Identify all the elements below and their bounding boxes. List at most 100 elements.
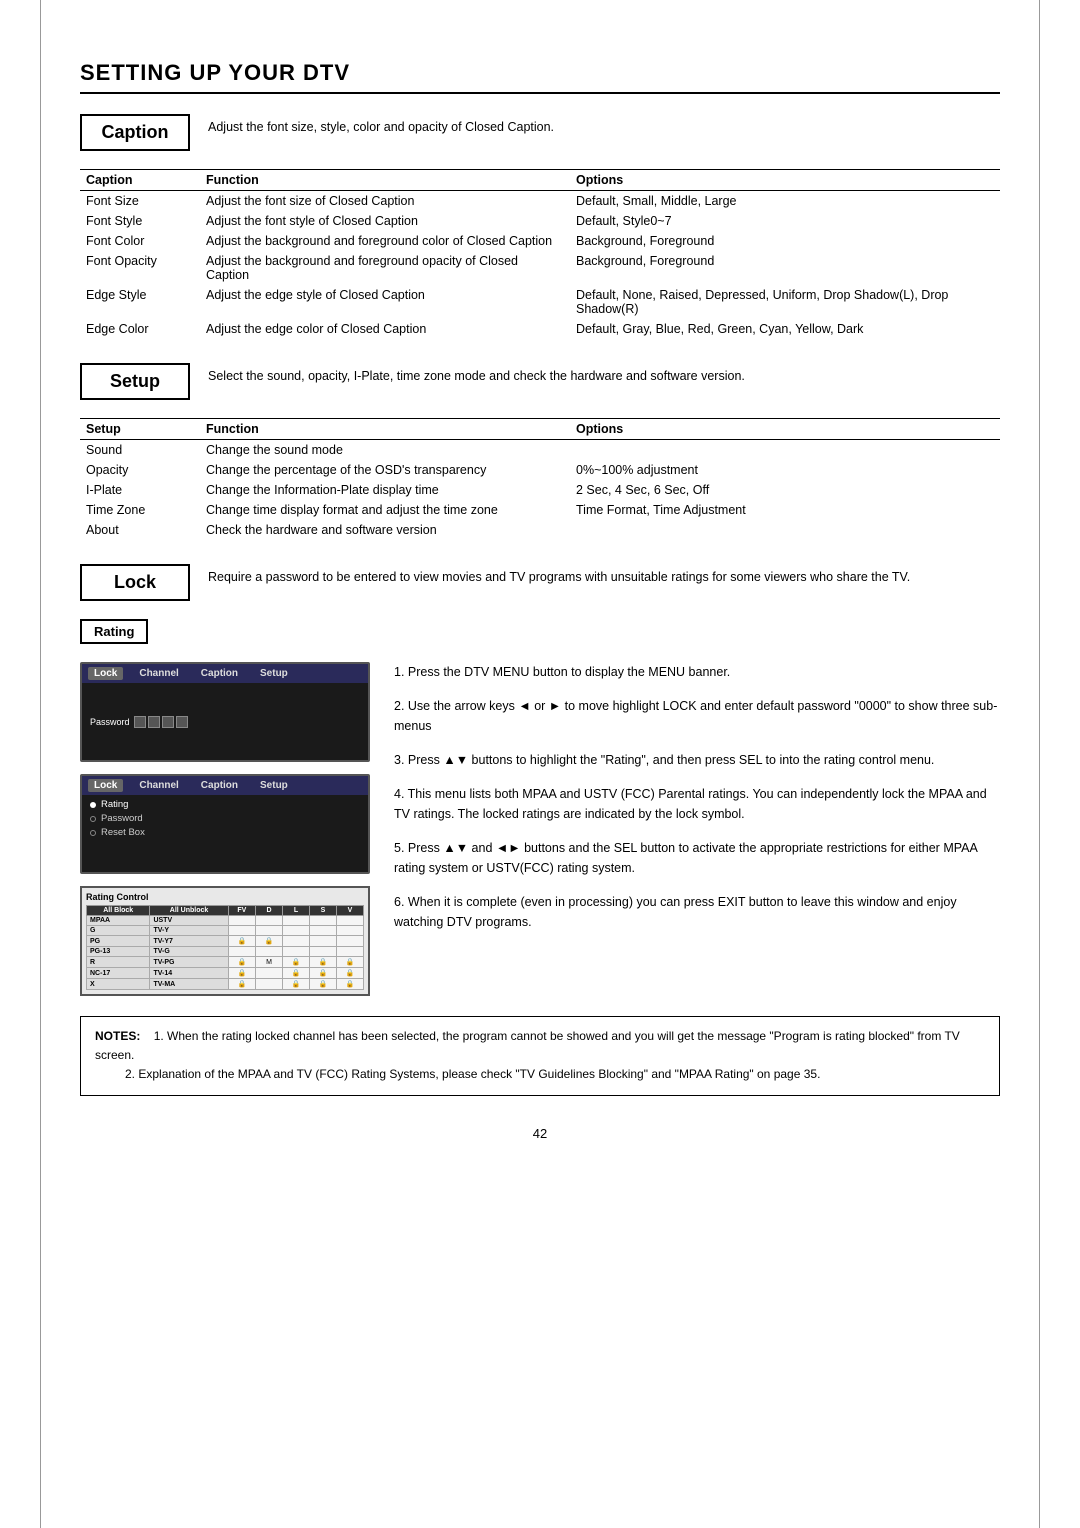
rating-cell: 🔒 <box>228 979 255 990</box>
rating-col-mpaa: All Block <box>87 906 150 916</box>
tv-screenshot-2: Lock Channel Caption Setup Rating Passwo… <box>80 774 370 874</box>
rating-cell: 🔒 <box>228 968 255 979</box>
tv-menu2-setup: Setup <box>254 779 294 792</box>
tv-menu2-channel: Channel <box>133 779 184 792</box>
rating-cell: NC-17 <box>87 968 150 979</box>
setup-table-row: Time Zone Change time display format and… <box>80 500 1000 520</box>
caption-cell-function: Adjust the edge color of Closed Caption <box>200 319 570 339</box>
rating-control-table: All Block All Unblock FV D L S V MPAAUST… <box>86 905 364 990</box>
rating-cell: 🔒 <box>228 957 255 968</box>
rating-cell <box>228 916 255 926</box>
caption-table-row: Font Color Adjust the background and for… <box>80 231 1000 251</box>
notes-box: NOTES: 1. When the rating locked channel… <box>80 1016 1000 1096</box>
caption-table: Caption Function Options Font Size Adjus… <box>80 169 1000 339</box>
caption-table-row: Font Style Adjust the font style of Clos… <box>80 211 1000 231</box>
rating-cell <box>336 926 363 936</box>
tv-submenu-reset-label: Reset Box <box>101 827 145 838</box>
tv-submenu-rating: Rating <box>90 799 360 810</box>
bullet-active <box>90 802 96 808</box>
rating-cell <box>256 947 283 957</box>
step-6: 6. When it is complete (even in processi… <box>394 892 1000 932</box>
rating-table-row: GTV-Y <box>87 926 364 936</box>
rating-cell <box>228 947 255 957</box>
caption-feature-block: Caption Adjust the font size, style, col… <box>80 114 1000 151</box>
rating-cell: 🔒 <box>228 936 255 947</box>
rating-cell <box>336 916 363 926</box>
lock-section: Lock Require a password to be entered to… <box>80 564 1000 996</box>
setup-cell-caption: Sound <box>80 440 200 461</box>
setup-cell-caption: Opacity <box>80 460 200 480</box>
rating-cell: 🔒 <box>282 957 309 968</box>
setup-description: Select the sound, opacity, I-Plate, time… <box>208 363 1000 386</box>
caption-cell-caption: Font Opacity <box>80 251 200 285</box>
caption-cell-options: Default, Gray, Blue, Red, Green, Cyan, Y… <box>570 319 1000 339</box>
setup-cell-function: Check the hardware and software version <box>200 520 570 540</box>
tv-menu-caption: Caption <box>195 667 244 680</box>
setup-cell-function: Change the percentage of the OSD's trans… <box>200 460 570 480</box>
setup-table: Setup Function Options Sound Change the … <box>80 418 1000 540</box>
rating-cell: TV-Y7 <box>150 936 228 947</box>
caption-cell-function: Adjust the background and foreground opa… <box>200 251 570 285</box>
rating-cell: TV-MA <box>150 979 228 990</box>
caption-cell-options: Background, Foreground <box>570 251 1000 285</box>
step-3-text: 3. Press ▲▼ buttons to highlight the "Ra… <box>394 753 934 767</box>
lock-description: Require a password to be entered to view… <box>208 564 1000 587</box>
setup-cell-options: 0%~100% adjustment <box>570 460 1000 480</box>
rating-table-row: XTV-MA🔒🔒🔒🔒 <box>87 979 364 990</box>
pw-cell-3 <box>162 716 174 728</box>
caption-cell-options: Default, Style0~7 <box>570 211 1000 231</box>
pw-cell-1 <box>134 716 146 728</box>
tv-menubar-1: Lock Channel Caption Setup <box>82 664 368 683</box>
caption-cell-function: Adjust the edge style of Closed Caption <box>200 285 570 319</box>
rating-cell: TV-PG <box>150 957 228 968</box>
rating-cell: X <box>87 979 150 990</box>
lock-feature-block: Lock Require a password to be entered to… <box>80 564 1000 601</box>
rating-cell <box>228 926 255 936</box>
tv-menubar-2: Lock Channel Caption Setup <box>82 776 368 795</box>
caption-cell-options: Default, None, Raised, Depressed, Unifor… <box>570 285 1000 319</box>
rating-cell: R <box>87 957 150 968</box>
tv-submenu-password-label: Password <box>101 813 143 824</box>
tv-body-1: Password <box>82 683 368 760</box>
tv-submenu-password: Password <box>90 813 360 824</box>
rating-col-s: S <box>309 906 336 916</box>
rating-cell <box>336 936 363 947</box>
setup-table-header-setup: Setup <box>80 419 200 440</box>
rating-cell: 🔒 <box>309 968 336 979</box>
step-2-text: 2. Use the arrow keys ◄ or ► to move hig… <box>394 699 997 733</box>
step-1-text: 1. Press the DTV MENU button to display … <box>394 665 730 679</box>
caption-cell-options: Background, Foreground <box>570 231 1000 251</box>
tv-menu-setup: Setup <box>254 667 294 680</box>
bullet-empty-1 <box>90 816 96 822</box>
rating-cell <box>282 926 309 936</box>
rating-col-d: D <box>256 906 283 916</box>
step-5: 5. Press ▲▼ and ◄► buttons and the SEL b… <box>394 838 1000 878</box>
lock-images: Lock Channel Caption Setup Password <box>80 662 370 996</box>
rating-cell: TV-Y <box>150 926 228 936</box>
caption-table-header-function: Function <box>200 170 570 191</box>
tv-submenu-reset: Reset Box <box>90 827 360 838</box>
setup-cell-options: 2 Sec, 4 Sec, 6 Sec, Off <box>570 480 1000 500</box>
setup-cell-caption: About <box>80 520 200 540</box>
setup-table-row: Sound Change the sound mode <box>80 440 1000 461</box>
caption-description: Adjust the font size, style, color and o… <box>208 114 1000 137</box>
page-number: 42 <box>80 1126 1000 1141</box>
caption-cell-function: Adjust the background and foreground col… <box>200 231 570 251</box>
step-4-text: 4. This menu lists both MPAA and USTV (F… <box>394 787 987 821</box>
rating-col-l: L <box>282 906 309 916</box>
caption-cell-function: Adjust the font size of Closed Caption <box>200 191 570 212</box>
setup-table-header-options: Options <box>570 419 1000 440</box>
setup-cell-function: Change the sound mode <box>200 440 570 461</box>
caption-table-header-caption: Caption <box>80 170 200 191</box>
page-border-right <box>1039 0 1040 1528</box>
setup-table-row: Opacity Change the percentage of the OSD… <box>80 460 1000 480</box>
caption-table-header-options: Options <box>570 170 1000 191</box>
rating-cell: MPAA <box>87 916 150 926</box>
step-4: 4. This menu lists both MPAA and USTV (F… <box>394 784 1000 824</box>
step-5-text: 5. Press ▲▼ and ◄► buttons and the SEL b… <box>394 841 977 875</box>
setup-label-box: Setup <box>80 363 190 400</box>
pw-cell-4 <box>176 716 188 728</box>
tv-screenshot-1: Lock Channel Caption Setup Password <box>80 662 370 762</box>
setup-cell-options <box>570 520 1000 540</box>
rating-table-row: RTV-PG🔒M🔒🔒🔒 <box>87 957 364 968</box>
